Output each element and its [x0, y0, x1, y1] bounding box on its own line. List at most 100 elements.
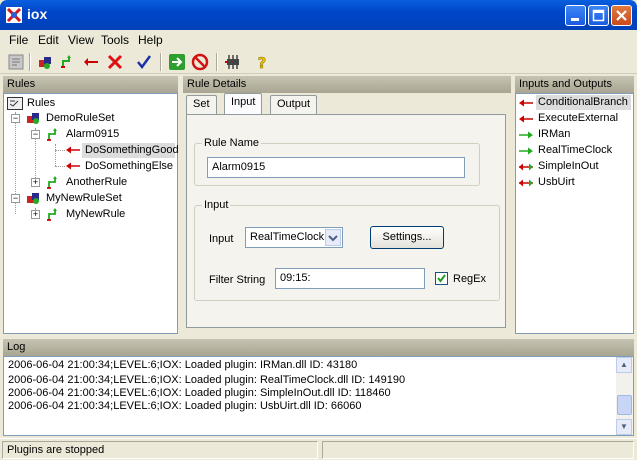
window-title: iox — [27, 6, 48, 22]
plugin-icon[interactable] — [224, 53, 242, 71]
collapse-toggle[interactable]: − — [11, 114, 20, 123]
details-panel-title: Rule Details — [187, 78, 247, 90]
toolbar-separator — [29, 53, 31, 71]
log-scrollbar[interactable]: ▲ ▼ — [616, 357, 633, 435]
expand-toggle[interactable]: + — [31, 178, 40, 187]
tree-node-alarm0915[interactable]: Alarm0915 — [66, 128, 119, 140]
tree-node-anotherrule[interactable]: AnotherRule — [66, 176, 127, 188]
tree-node-dosomethinggood[interactable]: DoSomethingGood — [85, 144, 179, 156]
input-select-value: RealTimeClock — [250, 231, 325, 243]
scroll-thumb[interactable] — [617, 395, 632, 415]
status-text: Plugins are stopped — [7, 444, 105, 456]
input-arrow-icon — [519, 131, 533, 139]
tree-line — [55, 144, 56, 166]
action-arrow-icon — [66, 146, 80, 154]
close-button[interactable] — [611, 5, 632, 26]
regex-label: RegEx — [453, 273, 487, 285]
collapse-toggle[interactable]: − — [31, 130, 40, 139]
menu-bar: File Edit View Tools Help — [0, 30, 637, 50]
tab-page-input: Rule Name Alarm0915 Input Input RealTime… — [186, 114, 506, 328]
rule-icon — [47, 128, 57, 141]
rule-icon — [47, 176, 57, 189]
check-icon[interactable] — [135, 53, 153, 71]
toolbar-separator — [216, 53, 218, 71]
rules-panel-header: Rules — [3, 76, 178, 93]
minimize-button[interactable] — [565, 5, 586, 26]
io-panel-title: Inputs and Outputs — [519, 78, 612, 90]
filter-string-input[interactable]: 09:15: — [275, 268, 425, 289]
rule-name-input[interactable]: Alarm0915 — [207, 157, 465, 178]
regex-checkbox[interactable] — [435, 272, 448, 285]
rules-panel-title: Rules — [7, 78, 36, 90]
log-line: 2006-06-04 21:00:34;LEVEL:6;IOX: Loaded … — [8, 387, 391, 399]
close-icon — [616, 10, 627, 21]
input-select[interactable]: RealTimeClock — [245, 227, 343, 248]
expand-toggle[interactable]: + — [31, 210, 40, 219]
action-arrow-icon — [66, 162, 80, 170]
add-rule-icon[interactable] — [59, 53, 77, 71]
io-item-irman[interactable]: IRMan — [538, 128, 570, 140]
io-item-usbuirt[interactable]: UsbUirt — [538, 176, 575, 188]
io-item-realtimeclock[interactable]: RealTimeClock — [538, 144, 612, 156]
ruleset-icon — [27, 193, 39, 204]
dropdown-button[interactable] — [325, 229, 341, 246]
add-ruleset-icon[interactable] — [36, 53, 54, 71]
scroll-up-button[interactable]: ▲ — [616, 357, 632, 373]
scroll-down-button[interactable]: ▼ — [616, 419, 632, 435]
tab-output[interactable]: Output — [270, 95, 318, 114]
status-pane: Plugins are stopped — [2, 441, 318, 459]
log-panel-header: Log — [3, 339, 634, 356]
menu-edit[interactable]: Edit — [38, 33, 59, 47]
stop-icon[interactable] — [191, 53, 209, 71]
help-icon[interactable]: ? — [253, 53, 271, 71]
settings-button[interactable]: Settings... — [370, 226, 444, 249]
tree-node-dosomethingelse[interactable]: DoSomethingElse — [85, 160, 173, 172]
add-action-icon[interactable] — [82, 53, 100, 71]
delete-icon[interactable] — [106, 53, 124, 71]
rules-tree[interactable]: Rules − DemoRuleSet − Alarm0915 DoSometh… — [3, 93, 179, 334]
io-panel-header: Inputs and Outputs — [515, 76, 634, 93]
status-bar: Plugins are stopped — [0, 438, 637, 460]
checkmark-icon — [437, 274, 446, 283]
io-item-executeexternal[interactable]: ExecuteExternal — [538, 112, 618, 124]
tree-line — [55, 166, 65, 167]
io-item-simpleinout[interactable]: SimpleInOut — [538, 160, 599, 172]
status-pane-secondary — [322, 441, 634, 459]
log-line: 2006-06-04 21:00:34;LEVEL:6;IOX: Loaded … — [8, 359, 358, 371]
ruleset-icon — [27, 113, 39, 124]
details-panel-header: Rule Details — [183, 76, 511, 93]
minimize-icon — [571, 18, 579, 21]
maximize-button[interactable] — [588, 5, 609, 26]
menu-file[interactable]: File — [9, 33, 28, 47]
log-line: 2006-06-04 21:00:34;LEVEL:6;IOX: Loaded … — [8, 400, 362, 412]
properties-icon[interactable] — [7, 53, 25, 71]
rule-icon — [47, 208, 57, 221]
input-label: Input — [209, 233, 234, 245]
maximize-icon — [592, 9, 605, 22]
tree-node-mynewruleset[interactable]: MyNewRuleSet — [46, 192, 122, 204]
io-item-conditionalbranch[interactable]: ConditionalBranch — [538, 96, 628, 108]
rule-name-group-label: Rule Name — [202, 137, 262, 149]
toolbar-separator — [160, 53, 162, 71]
tree-node-rules[interactable]: Rules — [27, 97, 55, 109]
output-arrow-icon — [519, 115, 533, 123]
svg-text:?: ? — [258, 54, 267, 71]
log-line: 2006-06-04 21:00:34;LEVEL:6;IOX: Loaded … — [8, 374, 406, 386]
menu-help[interactable]: Help — [138, 33, 163, 47]
menu-tools[interactable]: Tools — [101, 33, 129, 47]
collapse-toggle[interactable]: − — [11, 194, 20, 203]
tree-line — [55, 150, 65, 151]
io-list[interactable]: ConditionalBranch ExecuteExternal IRMan … — [515, 93, 634, 334]
chevron-down-icon — [328, 235, 338, 242]
inout-arrow-icon — [519, 163, 533, 171]
tab-input[interactable]: Input — [224, 93, 263, 114]
run-icon[interactable] — [168, 53, 186, 71]
title-bar[interactable]: iox — [0, 0, 637, 30]
log-panel-title: Log — [7, 341, 26, 353]
tree-node-demoruleset[interactable]: DemoRuleSet — [46, 112, 114, 124]
menu-view[interactable]: View — [68, 33, 94, 47]
filter-string-label: Filter String — [209, 274, 266, 286]
tab-set[interactable]: Set — [186, 95, 217, 114]
tree-node-mynewrule[interactable]: MyNewRule — [66, 208, 125, 220]
log-view[interactable]: 2006-06-04 21:00:34;LEVEL:6;IOX: Loaded … — [3, 356, 634, 436]
